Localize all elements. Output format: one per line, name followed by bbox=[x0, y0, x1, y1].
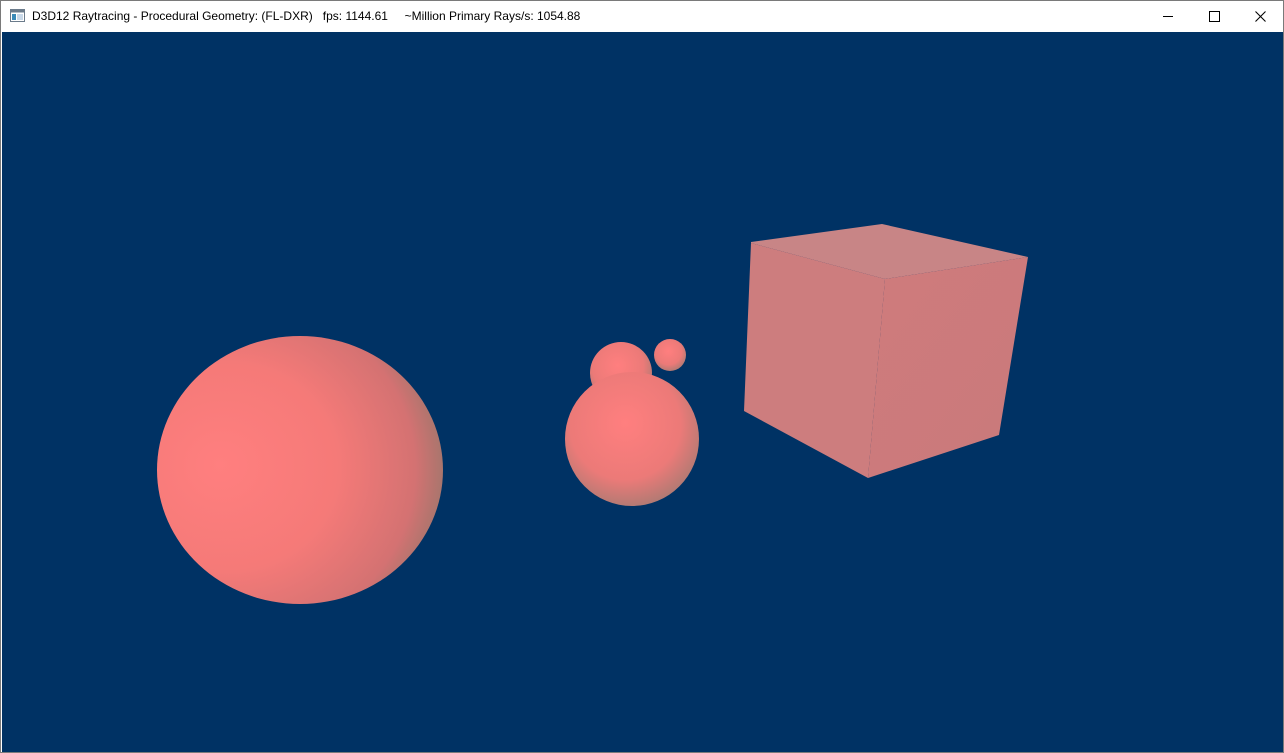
app-window: D3D12 Raytracing - Procedural Geometry: … bbox=[0, 0, 1284, 753]
app-title: D3D12 Raytracing - Procedural Geometry: … bbox=[32, 9, 313, 23]
title-bar[interactable]: D3D12 Raytracing - Procedural Geometry: … bbox=[1, 1, 1283, 31]
cube-left-face bbox=[744, 243, 885, 478]
fps-readout: fps: 1144.61 bbox=[322, 9, 388, 23]
raytraced-scene bbox=[157, 224, 1028, 604]
maximize-button[interactable] bbox=[1191, 1, 1237, 31]
close-button[interactable] bbox=[1237, 1, 1283, 31]
tiny-sphere bbox=[654, 339, 686, 371]
render-viewport[interactable] bbox=[2, 32, 1283, 752]
close-icon bbox=[1254, 10, 1266, 22]
app-window-icon bbox=[10, 9, 25, 22]
minimize-button[interactable] bbox=[1145, 1, 1191, 31]
large-sphere bbox=[157, 336, 443, 604]
rays-readout: ~Million Primary Rays/s: 1054.88 bbox=[404, 9, 581, 23]
minimize-icon bbox=[1163, 16, 1173, 17]
cube bbox=[744, 224, 1028, 478]
maximize-icon bbox=[1208, 10, 1220, 22]
cube-right-face bbox=[868, 257, 1028, 478]
window-title: D3D12 Raytracing - Procedural Geometry: … bbox=[32, 9, 580, 23]
medium-sphere bbox=[565, 372, 699, 506]
